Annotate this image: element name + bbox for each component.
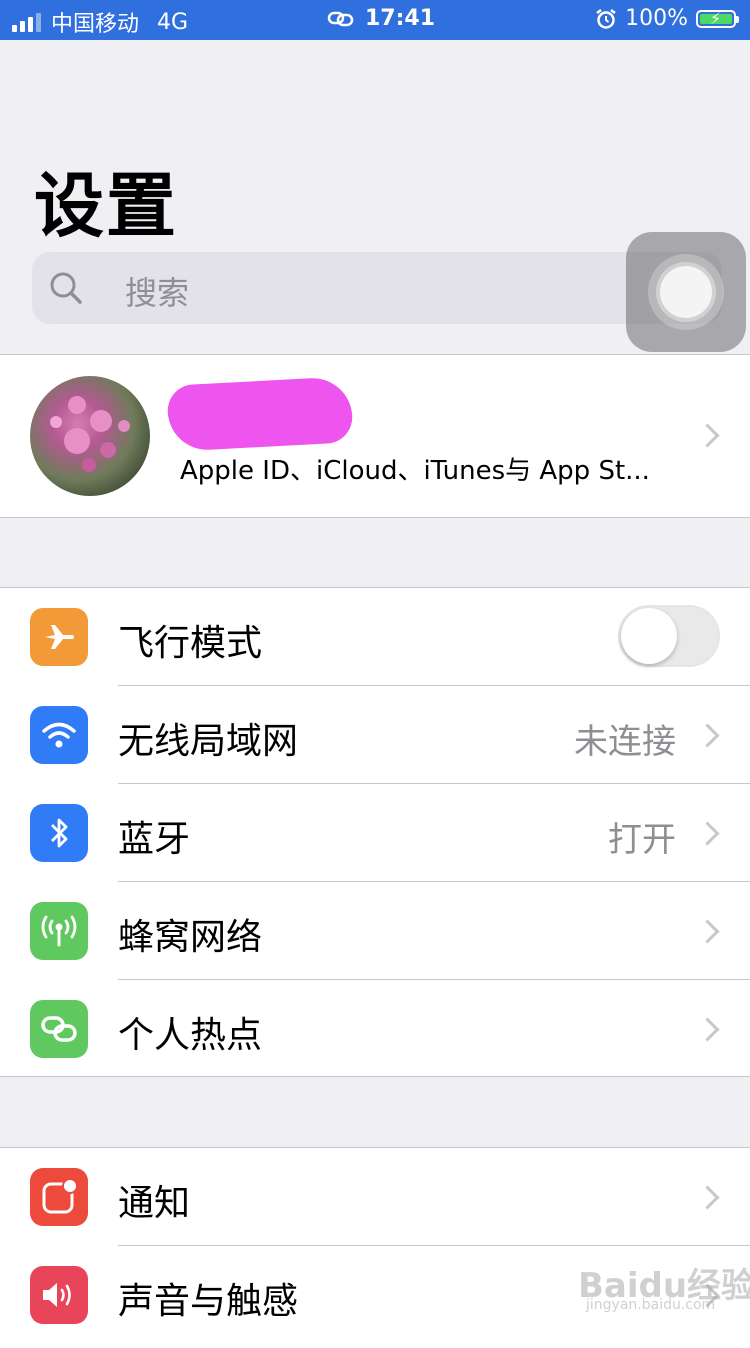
chevron-right-icon bbox=[695, 821, 720, 846]
notifications-group: 通知 声音与触感 bbox=[0, 1147, 750, 1348]
wifi-status: 未连接 bbox=[574, 722, 676, 762]
status-time: 17:41 bbox=[365, 6, 436, 31]
settings-row-wifi[interactable]: 无线局域网 未连接 bbox=[0, 686, 750, 784]
connectivity-group: 飞行模式 无线局域网 未连接 蓝牙 打开 蜂窝网络 个人热点 bbox=[0, 587, 750, 1077]
wifi-icon bbox=[30, 706, 88, 764]
chevron-right-icon bbox=[695, 1185, 720, 1210]
settings-row-airplane-mode: 飞行模式 bbox=[0, 588, 750, 686]
row-label: 蓝牙 bbox=[118, 819, 191, 860]
notification-icon bbox=[30, 1168, 88, 1226]
cellular-antenna-icon bbox=[30, 902, 88, 960]
chevron-right-icon bbox=[695, 919, 720, 944]
airplane-icon bbox=[30, 608, 88, 666]
status-center: 17:41 bbox=[327, 6, 435, 31]
hotspot-icon bbox=[30, 1000, 88, 1058]
search-input[interactable]: 搜索 bbox=[32, 252, 722, 324]
settings-row-cellular[interactable]: 蜂窝网络 bbox=[0, 882, 750, 980]
search-icon bbox=[50, 272, 82, 304]
battery-percent: 100% bbox=[625, 6, 688, 31]
row-label: 个人热点 bbox=[118, 1015, 263, 1056]
status-bar: 中国移动 4G 17:41 100% ⚡ bbox=[0, 0, 750, 40]
carrier-name: 中国移动 bbox=[51, 12, 140, 37]
status-right: 100% ⚡ bbox=[595, 6, 739, 31]
bluetooth-status: 打开 bbox=[608, 820, 676, 860]
signal-icon bbox=[12, 12, 41, 32]
row-label: 无线局域网 bbox=[118, 721, 299, 762]
search-placeholder: 搜索 bbox=[125, 274, 190, 312]
battery-charging-icon: ⚡ bbox=[696, 9, 739, 28]
settings-row-notifications[interactable]: 通知 bbox=[0, 1148, 750, 1246]
redacted-name bbox=[166, 376, 354, 452]
watermark-url: jingyan.baidu.com bbox=[586, 1297, 716, 1313]
hotspot-link-icon bbox=[327, 11, 354, 26]
chevron-right-icon bbox=[695, 423, 720, 448]
chevron-right-icon bbox=[695, 1017, 720, 1042]
network-type: 4G bbox=[157, 9, 189, 35]
row-label: 飞行模式 bbox=[118, 623, 263, 664]
row-label: 蜂窝网络 bbox=[118, 917, 263, 958]
bluetooth-icon bbox=[30, 804, 88, 862]
row-label: 通知 bbox=[118, 1183, 191, 1224]
airplane-mode-toggle[interactable] bbox=[618, 605, 720, 667]
profile-subtitle: Apple ID、iCloud、iTunes与 App St... bbox=[180, 456, 650, 486]
avatar bbox=[30, 376, 150, 496]
speaker-icon bbox=[30, 1266, 88, 1324]
alarm-icon bbox=[596, 8, 616, 29]
assistive-touch-button[interactable] bbox=[626, 232, 746, 352]
status-left: 中国移动 4G bbox=[12, 6, 188, 38]
settings-row-personal-hotspot[interactable]: 个人热点 bbox=[0, 980, 750, 1078]
apple-id-profile-row[interactable]: Apple ID、iCloud、iTunes与 App St... bbox=[0, 354, 750, 518]
row-label: 声音与触感 bbox=[118, 1281, 299, 1322]
chevron-right-icon bbox=[695, 723, 720, 748]
page-title: 设置 bbox=[34, 165, 178, 247]
settings-row-bluetooth[interactable]: 蓝牙 打开 bbox=[0, 784, 750, 882]
